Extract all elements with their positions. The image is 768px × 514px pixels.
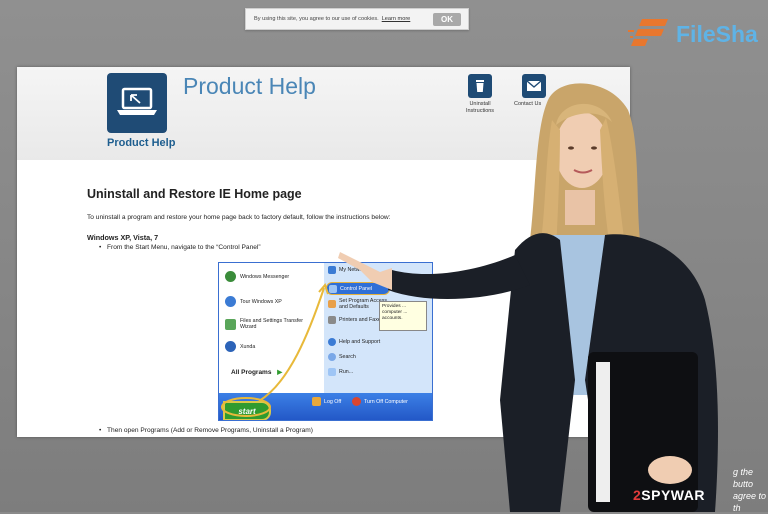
laptop-icon — [117, 87, 157, 115]
background-caption-fragment: g the butto agree to th — [733, 466, 768, 514]
logo-label: Product Help — [107, 137, 176, 149]
uninstall-nav-label[interactable]: Uninstall Instructions — [458, 101, 502, 115]
brand-name: FileSha — [676, 20, 758, 47]
article-title: Uninstall and Restore IE Home page — [87, 187, 302, 201]
envelope-icon — [526, 80, 542, 91]
start-menu-screenshot: Windows Messenger Tour Windows XP Files … — [218, 262, 433, 421]
brand-logo: FileSha — [628, 14, 768, 54]
uninstall-label-line2: Instructions — [465, 108, 495, 114]
uninstall-label-line1: Uninstall — [469, 101, 491, 107]
caption-line-2: agree to th — [733, 491, 767, 513]
cookie-text: By using this site, you agree to our use… — [254, 16, 379, 22]
watermark: 2SPYWAR — [633, 487, 705, 503]
cookie-ok-button[interactable]: OK — [433, 13, 461, 26]
uninstall-nav-button[interactable] — [468, 74, 492, 98]
learn-more-link[interactable]: Learn more — [382, 16, 411, 22]
intro-text: To uninstall a program and restore your … — [87, 214, 391, 221]
step-2: Then open Programs (Add or Remove Progra… — [99, 427, 313, 434]
cookie-banner: By using this site, you agree to our use… — [245, 8, 469, 30]
product-help-page: Product Help Product Help Uninstall Inst… — [17, 67, 630, 437]
product-help-logo[interactable] — [107, 73, 167, 133]
annotation-arrow — [221, 283, 329, 417]
contact-nav-label[interactable]: Contact Us — [514, 101, 554, 108]
contact-nav-button[interactable] — [522, 74, 546, 98]
os-heading: Windows XP, Vista, 7 — [87, 233, 159, 242]
caption-line-1: g the butto — [733, 467, 754, 489]
brand-mark-icon — [628, 19, 668, 46]
page-header-title: Product Help — [183, 73, 316, 99]
trash-icon — [476, 80, 484, 92]
step-1: From the Start Menu, navigate to the “Co… — [87, 244, 607, 251]
watermark-text: SPYWAR — [641, 487, 705, 503]
page-content: Uninstall and Restore IE Home page To un… — [87, 187, 607, 251]
